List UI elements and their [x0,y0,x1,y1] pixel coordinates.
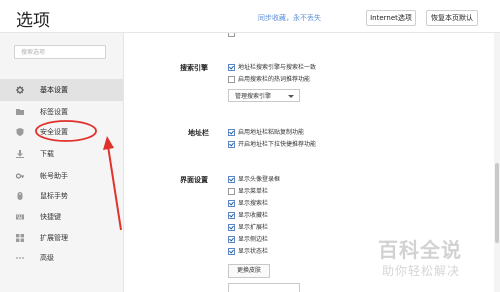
more-icon [16,254,24,262]
option-label: 地址栏搜索引擎与搜索栏一致 [238,64,317,71]
cut-off-option [228,33,288,39]
section-title-interface: 界面设置 [180,176,208,184]
sidebar-item-extensions[interactable]: 扩展管理 [0,227,123,249]
option-show-searchbar[interactable]: 显示搜索栏 [228,199,378,209]
checkbox[interactable] [228,76,235,83]
gear-icon [16,86,24,94]
sidebar: 搜索选项 基本设置 标签设置 安全设置 下载 帐号助手 鼠标手势 快捷键 扩展管… [0,33,124,292]
option-hot-words[interactable]: 启用搜索栏的热词推荐功能 [228,75,408,85]
tab-icon [16,108,24,116]
internet-options-button[interactable]: Internet选项 [366,10,416,26]
cut-off-control[interactable] [228,283,300,292]
checkbox[interactable] [228,224,235,231]
section-title-address-bar: 地址栏 [188,129,209,137]
option-show-avatar[interactable]: 显示头像登录框 [228,175,378,185]
option-show-statusbar[interactable]: 显示状态栏 [228,247,378,257]
search-input[interactable]: 搜索选项 [14,45,106,59]
keyboard-icon [16,213,24,221]
option-show-menubar[interactable]: 显示菜单栏 [228,187,378,197]
mouse-icon [16,192,24,200]
sidebar-item-label: 下载 [40,150,54,158]
checkbox[interactable] [228,33,235,37]
option-label: 显示菜单栏 [238,188,269,195]
option-show-favorites[interactable]: 显示收藏栏 [228,211,378,221]
checkbox[interactable] [228,200,235,207]
option-show-extensions[interactable]: 显示扩展栏 [228,223,378,233]
manage-search-engine-dropdown[interactable]: 管理搜索引擎 [228,89,300,102]
key-icon [16,172,24,180]
sidebar-item-label: 安全设置 [40,128,68,136]
watermark-subtitle: 助你轻松解决 [382,264,461,278]
download-icon [16,150,24,158]
option-label: 显示收藏栏 [238,212,269,219]
scrollbar-thumb[interactable] [495,163,499,243]
sidebar-item-security[interactable]: 安全设置 [0,121,123,143]
sidebar-item-shortcuts[interactable]: 快捷键 [0,206,123,228]
shield-icon [16,128,24,136]
checkbox[interactable] [228,248,235,255]
checkbox[interactable] [228,64,235,71]
option-address-search-consistent[interactable]: 地址栏搜索引擎与搜索栏一致 [228,63,408,73]
extension-icon [16,234,24,242]
watermark-title: 百科全说 [378,238,462,262]
option-label: 开启地址栏下拉快捷推荐功能 [238,141,317,148]
dropdown-label: 管理搜索引擎 [235,93,272,100]
checkbox[interactable] [228,236,235,243]
option-label: 启用搜索栏的热词推荐功能 [238,76,311,83]
checkbox[interactable] [228,176,235,183]
restore-defaults-button[interactable]: 恢复本页默认 [426,10,478,26]
header: 选项 同步收藏，永不丢失 Internet选项 恢复本页默认 [0,0,500,33]
option-label: 显示状态栏 [238,248,269,255]
page-title: 选项 [16,11,50,31]
option-label: 显示搜索栏 [238,200,269,207]
sidebar-item-label: 扩展管理 [40,234,68,242]
sidebar-item-label: 快捷键 [40,213,61,221]
sidebar-item-download[interactable]: 下载 [0,143,123,165]
sidebar-item-label: 帐号助手 [40,172,68,180]
sidebar-item-basic[interactable]: 基本设置 [0,79,123,101]
sidebar-item-tabs[interactable]: 标签设置 [0,101,123,123]
sidebar-item-advanced[interactable]: 高级 [0,247,123,269]
sidebar-item-mouse-gesture[interactable]: 鼠标手势 [0,185,123,207]
checkbox[interactable] [228,212,235,219]
option-label: 显示扩展栏 [238,224,269,231]
sync-link[interactable]: 同步收藏，永不丢失 [258,13,321,23]
chevron-down-icon [288,95,294,98]
option-label: 显示头像登录框 [238,176,281,183]
watermark: 百科全说 助你轻松解决 [378,234,496,290]
option-paste-copy[interactable]: 启用地址栏粘贴复制功能 [228,128,408,138]
section-title-search-engine: 搜索引擎 [180,64,208,72]
option-dropdown-suggest[interactable]: 开启地址栏下拉快捷推荐功能 [228,140,408,150]
sidebar-item-label: 鼠标手势 [40,192,68,200]
checkbox[interactable] [228,141,235,148]
sidebar-item-label: 基本设置 [40,86,68,94]
option-show-sidebar[interactable]: 显示侧边栏 [228,235,378,245]
checkbox[interactable] [228,188,235,195]
checkbox[interactable] [228,129,235,136]
option-label: 显示侧边栏 [238,236,269,243]
sidebar-item-account[interactable]: 帐号助手 [0,165,123,187]
sidebar-item-label: 高级 [40,254,54,262]
option-label: 启用地址栏粘贴复制功能 [238,129,305,136]
sidebar-item-label: 标签设置 [40,108,68,116]
change-skin-button[interactable]: 更换皮肤 [228,264,270,278]
